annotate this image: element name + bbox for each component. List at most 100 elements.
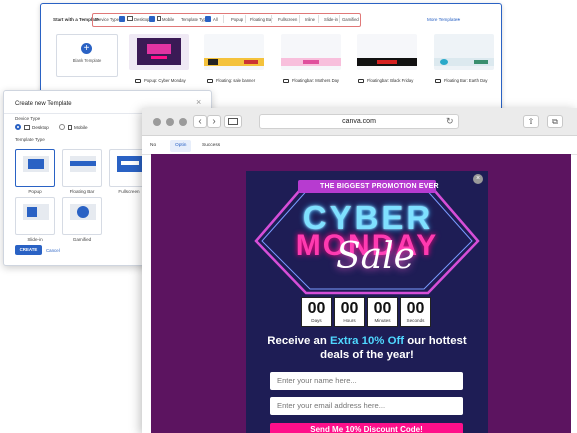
mobile-filter-label: Mobile — [162, 17, 175, 22]
all-filter-label: All — [213, 17, 218, 22]
template-label[interactable]: Floating Bar: Earth Day — [435, 78, 488, 83]
type-slide-in-label: Slide-in — [27, 237, 43, 242]
email-input[interactable]: Enter your email address here... — [270, 397, 463, 415]
laptop-icon — [283, 78, 289, 83]
more-templates-button[interactable]: More Templates — [427, 17, 460, 22]
desktop-option-label: Desktop — [32, 125, 49, 130]
browser-window: ‹ › canva.com ↻ ⇧ ⧉ No Optin Success × T… — [142, 108, 577, 433]
filter-fullscreen[interactable]: Fullscreen — [278, 17, 297, 22]
thumbnail-art — [281, 58, 341, 66]
tab-success[interactable]: Success — [197, 140, 225, 152]
type-floating-bar-label: Floating Bar — [69, 189, 95, 194]
mobile-icon — [157, 16, 161, 21]
device-type-label: Device Type — [96, 17, 119, 22]
back-button[interactable]: ‹ — [193, 115, 207, 128]
blank-template-card[interactable]: + Blank Template — [56, 34, 118, 77]
tab-optin[interactable]: Optin — [170, 140, 192, 152]
mobile-icon — [68, 125, 72, 130]
desktop-icon — [24, 125, 30, 130]
countdown-minutes: 00 Minutes — [367, 297, 398, 327]
step-tabs: No Optin Success — [142, 136, 577, 155]
reload-icon[interactable]: ↻ — [446, 116, 454, 127]
laptop-icon — [207, 78, 213, 83]
all-checkbox[interactable] — [205, 16, 211, 22]
offer-headline: Receive an Extra 10% Off our hottest dea… — [267, 335, 467, 361]
mobile-checkbox[interactable] — [149, 16, 155, 22]
desktop-radio[interactable] — [15, 124, 21, 130]
template-label[interactable]: Floatingbar: Black Friday — [358, 78, 413, 83]
filter-floating-bar[interactable]: Floating Bar — [250, 17, 273, 22]
close-window-icon[interactable] — [153, 118, 161, 126]
template-label[interactable]: Floating: sale banner — [207, 78, 255, 83]
fullscreen-illustration — [117, 156, 143, 172]
countdown-seconds: 00 Seconds — [400, 297, 431, 327]
thumbnail-art — [137, 38, 181, 65]
type-popup-card[interactable] — [15, 149, 55, 187]
blank-template-label: Blank Template — [72, 58, 102, 63]
desktop-filter-label: Desktop — [134, 17, 150, 22]
close-icon[interactable]: × — [473, 174, 483, 184]
chevron-down-icon[interactable]: ⌄ — [457, 16, 461, 22]
promo-banner: THE BIGGEST PROMOTION EVER — [320, 183, 439, 190]
type-gamified-label: Gamified — [72, 237, 92, 242]
divider — [299, 15, 300, 23]
divider — [318, 15, 319, 23]
minimize-window-icon[interactable] — [166, 118, 174, 126]
type-floating-bar-card[interactable] — [62, 149, 102, 187]
filter-gamified[interactable]: Gamified — [342, 17, 359, 22]
filter-slide-in[interactable]: Slide-in — [324, 17, 338, 22]
maximize-window-icon[interactable] — [179, 118, 187, 126]
sale-word: Sale — [336, 236, 415, 277]
divider — [271, 15, 272, 23]
sidebar-toggle-icon[interactable] — [224, 115, 242, 128]
filter-popup[interactable]: Popup — [231, 17, 243, 22]
type-slide-in-card[interactable] — [15, 197, 55, 235]
type-gamified-card[interactable] — [62, 197, 102, 235]
name-input[interactable]: Enter your name here... — [270, 372, 463, 390]
template-label[interactable]: Floatingbar: Mothers Day — [283, 78, 339, 83]
template-label[interactable]: Popup: Cyber Monday — [135, 78, 186, 83]
mobile-option-label: Mobile — [74, 125, 88, 130]
slide-in-illustration — [23, 204, 49, 220]
forward-button[interactable]: › — [207, 115, 221, 128]
desktop-checkbox[interactable] — [119, 16, 125, 22]
plus-icon: + — [81, 43, 92, 54]
send-discount-button[interactable]: Send Me 10% Discount Code! — [270, 423, 463, 433]
device-type-heading: Device Type — [15, 116, 41, 121]
preview-stage: × THE BIGGEST PROMOTION EVER CYBER MONDA… — [151, 154, 571, 433]
template-thumbnail[interactable] — [129, 34, 189, 70]
countdown-days: 00 Days — [301, 297, 332, 327]
desktop-icon — [127, 16, 133, 21]
close-icon[interactable]: × — [196, 97, 201, 107]
url-text: canva.com — [342, 118, 376, 125]
filter-inline[interactable]: Inline — [305, 17, 315, 22]
cyber-monday-popup: × THE BIGGEST PROMOTION EVER CYBER MONDA… — [246, 171, 488, 433]
template-thumbnail[interactable] — [357, 34, 417, 70]
template-thumbnail[interactable] — [204, 34, 264, 70]
gamified-illustration — [70, 204, 96, 220]
type-popup-label: Popup — [28, 189, 42, 194]
tab-no[interactable]: No — [145, 140, 161, 152]
floating-bar-illustration — [70, 156, 96, 172]
browser-titlebar: ‹ › canva.com ↻ ⇧ ⧉ — [142, 108, 577, 136]
template-thumbnail[interactable] — [434, 34, 494, 70]
thumbnail-art — [434, 58, 494, 66]
address-bar[interactable]: canva.com ↻ — [259, 114, 459, 129]
template-type-heading: Template Type — [15, 137, 45, 142]
divider — [245, 15, 246, 23]
mobile-radio[interactable] — [59, 124, 65, 130]
thumbnail-art — [357, 58, 417, 66]
share-icon[interactable]: ⇧ — [523, 115, 539, 128]
divider — [339, 15, 340, 23]
countdown-hours: 00 Hours — [334, 297, 365, 327]
tabs-overview-icon[interactable]: ⧉ — [547, 115, 563, 128]
divider — [223, 15, 224, 23]
laptop-icon — [135, 78, 141, 83]
create-button[interactable]: CREATE — [15, 245, 42, 255]
cancel-button[interactable]: Cancel — [46, 248, 60, 253]
gallery-toolbar: Start with a Template Device Type Deskto… — [41, 4, 501, 32]
thumbnail-art — [204, 58, 264, 66]
laptop-icon — [358, 78, 364, 83]
template-thumbnail[interactable] — [281, 34, 341, 70]
popup-illustration — [23, 156, 49, 172]
